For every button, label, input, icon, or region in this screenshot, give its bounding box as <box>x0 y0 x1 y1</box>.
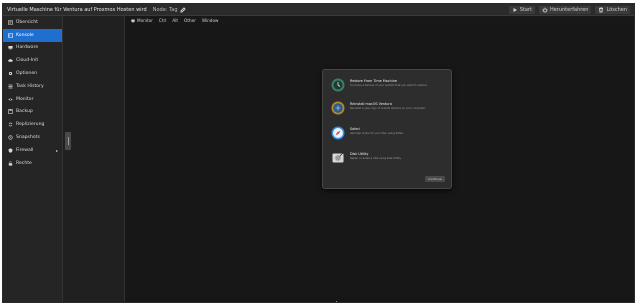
play-icon <box>513 7 517 12</box>
mouse-cursor-icon <box>336 301 338 302</box>
edit-icon <box>179 6 186 13</box>
node-tag[interactable]: Node: Tag <box>153 7 186 13</box>
shield-icon <box>7 147 13 153</box>
sidebar-item-label: Backup <box>16 109 33 115</box>
start-label: Start <box>519 6 532 13</box>
window-title: Virtuelle Maschine für Ventura auf Proxm… <box>7 6 147 13</box>
recovery-option-title: Reinstall macOS Ventura <box>350 102 392 106</box>
node-tag-label: Node: Tag <box>152 6 178 13</box>
shutdown-button[interactable]: Herunterfahren <box>538 5 592 14</box>
sidebar-item-rechte[interactable]: Rechte <box>3 157 62 170</box>
console-toolbar-label: Other <box>184 18 196 23</box>
sidebar-item-label: Replizierung <box>16 122 45 128</box>
top-bar: Virtuelle Maschine für Ventura auf Proxm… <box>3 4 634 16</box>
sidebar-item-konsole[interactable]: Konsole <box>3 28 62 42</box>
eye-icon <box>7 96 13 102</box>
cloud-icon <box>7 58 13 64</box>
console-toolbar-alt[interactable]: Alt <box>172 18 178 23</box>
sidebar-item-label: Konsole <box>16 32 34 38</box>
sidebar-item-firewall[interactable]: Firewall ▸ <box>3 144 62 157</box>
sidebar-item-label: Snapshots <box>16 135 40 141</box>
console-toolbar-label: Alt <box>172 18 179 23</box>
safari-icon <box>331 125 345 140</box>
collapse-handle[interactable] <box>65 132 71 150</box>
monitor-icon <box>131 19 135 23</box>
recovery-option-safari[interactable]: Safari Get help online for your Mac using… <box>331 125 447 147</box>
console-toolbar-other[interactable]: Other <box>184 18 196 23</box>
sidebar-item-label: Firewall <box>16 147 34 153</box>
list-icon <box>7 83 13 89</box>
console-toolbar-label: Monitor <box>137 18 153 23</box>
console-toolbar: Monitor Ctrl Alt Other Window <box>125 16 634 25</box>
trash-icon <box>599 7 604 12</box>
sidebar-item-bersicht[interactable]: Übersicht <box>3 16 62 29</box>
sidebar-item-label: Monitor <box>16 96 34 102</box>
sidebar-item-cloud-init[interactable]: Cloud-Init <box>3 54 62 67</box>
recovery-option-desc: You have a backup of your system that yo… <box>350 84 428 87</box>
vnc-console[interactable]: Restore From Time Machine You have a back… <box>125 25 634 302</box>
sidebar-item-replizierung[interactable]: Replizierung <box>3 118 62 131</box>
sidebar-item-monitor[interactable]: Monitor <box>3 93 62 106</box>
recovery-option-restore-from-time-machine[interactable]: Restore From Time Machine You have a back… <box>331 77 447 99</box>
summary-icon <box>7 19 13 25</box>
sidebar-item-hardware[interactable]: Hardware <box>3 42 62 55</box>
history-icon <box>7 135 13 141</box>
macos-install-icon <box>331 100 345 115</box>
sidebar: Übersicht Konsole Hardware Cloud-Init Option… <box>3 16 63 302</box>
recovery-option-title: Restore From Time Machine <box>350 79 397 83</box>
time-machine-icon <box>331 77 345 92</box>
recovery-option-desc: Reinstall a new copy of macOS Ventura on… <box>350 107 426 110</box>
sync-icon <box>7 122 13 128</box>
console-toolbar-label: Ctrl <box>158 18 167 23</box>
sidebar-item-backup[interactable]: Backup <box>3 106 62 119</box>
shutdown-label: Herunterfahren <box>549 6 589 13</box>
sidebar-item-snapshots[interactable]: Snapshots <box>3 131 62 144</box>
topbar-actions: Start Herunterfahren Löschen <box>508 5 630 14</box>
floppy-icon <box>7 109 13 115</box>
macos-recovery-dialog: Restore From Time Machine You have a back… <box>322 69 452 189</box>
disk-utility-icon <box>331 150 345 164</box>
console-toolbar-label: Window <box>201 18 219 23</box>
sidebar-nav: Übersicht Konsole Hardware Cloud-Init Option… <box>3 16 62 170</box>
start-button[interactable]: Start <box>508 5 535 14</box>
delete-button[interactable]: Löschen <box>595 5 630 14</box>
recovery-option-title: Safari <box>350 127 360 131</box>
recovery-option-disk-utility[interactable]: Disk Utility Repair or erase a disk using… <box>331 150 447 172</box>
sidebar-item-task-history[interactable]: Task History <box>3 80 62 93</box>
sidebar-item-label: Rechte <box>16 160 32 166</box>
recovery-option-desc: Get help online for your Mac using Safar… <box>350 132 404 135</box>
chevron-right-icon: ▸ <box>55 147 58 153</box>
hardware-icon <box>7 45 13 51</box>
gear-icon <box>7 71 13 77</box>
sidebar-gutter <box>63 16 125 302</box>
sidebar-item-label: Optionen <box>16 71 38 77</box>
recovery-option-reinstall-macos-ventura[interactable]: Reinstall macOS Ventura Reinstall a new c… <box>331 100 447 122</box>
unlock-icon <box>7 160 13 166</box>
console-toolbar-monitor[interactable]: Monitor <box>131 18 153 23</box>
sidebar-item-label: Task History <box>16 83 44 89</box>
sidebar-item-label: Cloud-Init <box>16 58 39 64</box>
console-toolbar-ctrl[interactable]: Ctrl <box>159 18 166 23</box>
sidebar-item-optionen[interactable]: Optionen <box>3 67 62 80</box>
continue-button[interactable]: Continue <box>425 176 445 182</box>
console-icon <box>7 32 13 38</box>
proxmox-window: Virtuelle Maschine für Ventura auf Proxm… <box>2 3 635 303</box>
sidebar-item-label: Übersicht <box>16 19 38 25</box>
sidebar-item-label: Hardware <box>16 45 39 51</box>
recovery-option-desc: Repair or erase a disk using Disk Utilit… <box>350 157 402 160</box>
recovery-option-title: Disk Utility <box>350 152 369 156</box>
console-toolbar-window[interactable]: Window <box>202 18 219 23</box>
power-icon <box>542 7 548 12</box>
delete-label: Löschen <box>606 6 627 13</box>
